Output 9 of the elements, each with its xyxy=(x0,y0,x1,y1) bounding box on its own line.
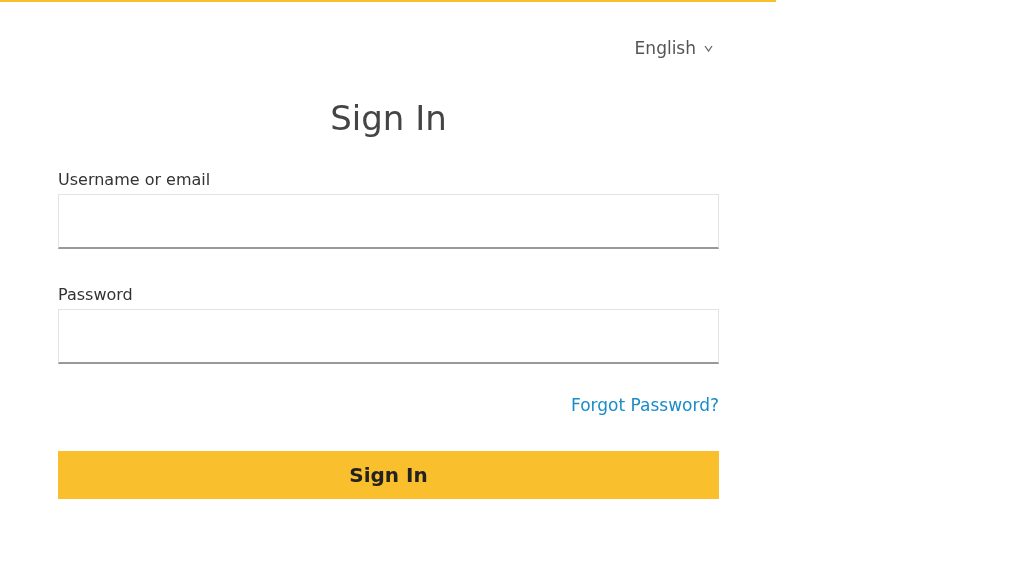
field-label: Password xyxy=(58,285,133,305)
caret-icon xyxy=(704,44,713,52)
input-field[interactable] xyxy=(58,194,719,249)
language-selector[interactable]: English xyxy=(634,38,713,58)
sign-in-button[interactable]: Sign In xyxy=(58,451,719,499)
field-label: Username or email xyxy=(58,170,211,190)
page-title: Sign In xyxy=(329,97,448,140)
forgot-password-link[interactable]: Forgot Password? xyxy=(571,394,719,416)
input-field[interactable] xyxy=(58,309,719,364)
